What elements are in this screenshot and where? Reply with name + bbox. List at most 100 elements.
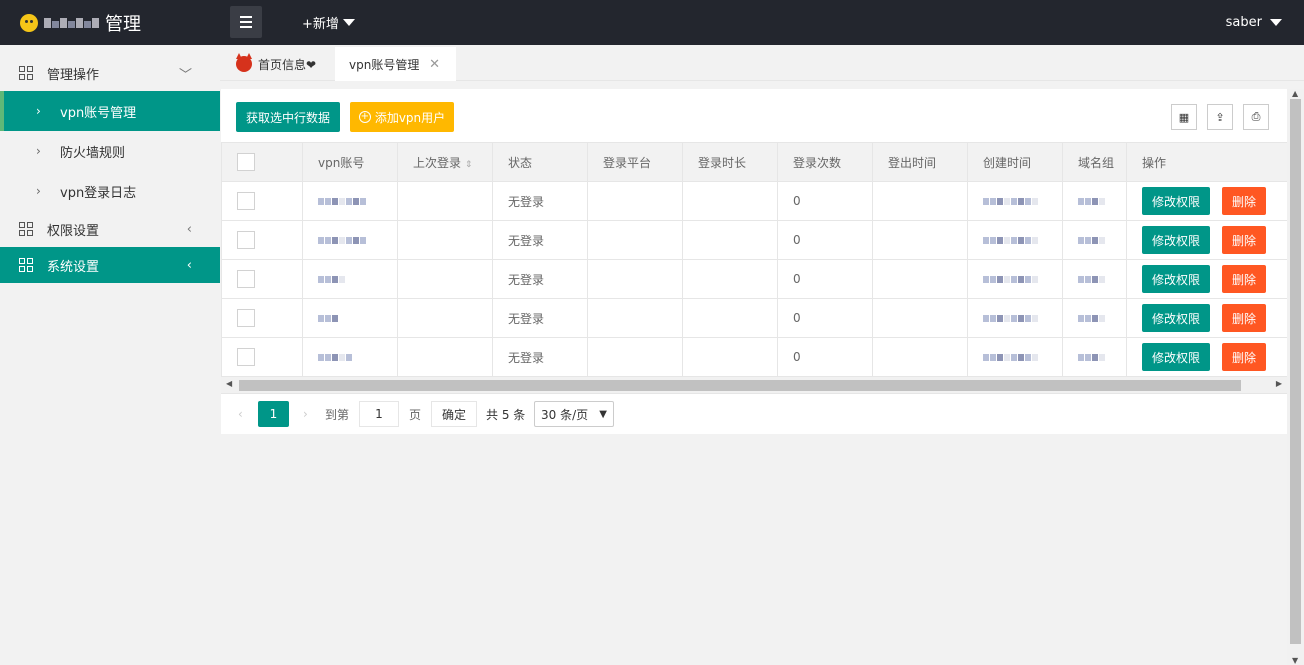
goto-page-input[interactable]: 1 xyxy=(359,401,399,427)
row-checkbox[interactable] xyxy=(237,270,255,288)
add-vpn-user-button[interactable]: + 添加vpn用户 xyxy=(350,102,454,132)
row-checkbox[interactable] xyxy=(237,348,255,366)
sidebar-group-manage[interactable]: 管理操作 ﹀ xyxy=(0,55,220,91)
chevron-down-icon: ﹀ xyxy=(178,67,192,83)
add-vpn-user-label: 添加vpn用户 xyxy=(374,110,446,125)
status-cell: 无登录 xyxy=(492,337,588,377)
page-label: 页 xyxy=(409,407,422,422)
sidebar-item-label: vpn登录日志 xyxy=(60,185,137,201)
redacted-created-time xyxy=(983,237,1038,244)
add-new-menu[interactable]: +新增 xyxy=(302,0,355,45)
vertical-scroll-thumb[interactable] xyxy=(1290,99,1301,644)
select-all-cell xyxy=(221,142,303,182)
horizontal-scroll-thumb[interactable] xyxy=(239,380,1241,391)
goto-confirm-button[interactable]: 确定 xyxy=(431,401,477,427)
row-checkbox[interactable] xyxy=(237,231,255,249)
user-menu[interactable]: saber xyxy=(1226,0,1282,45)
list-icon xyxy=(19,66,33,80)
scroll-down-icon[interactable]: ▼ xyxy=(1292,656,1298,665)
column-header: 操作 xyxy=(1126,142,1288,182)
column-header-last-login[interactable]: 上次登录 ⇕ xyxy=(397,142,493,182)
scroll-left-icon[interactable]: ◀ xyxy=(226,379,232,388)
redacted-created-time xyxy=(983,276,1038,283)
sidebar-item-vpn-login-log[interactable]: › vpn登录日志 xyxy=(0,171,220,211)
sidebar-item-firewall[interactable]: › 防火墙规则 xyxy=(0,131,220,171)
delete-button[interactable]: 删除 xyxy=(1222,343,1266,371)
tab-label: 首页信息❤ xyxy=(258,57,317,72)
select-all-checkbox[interactable] xyxy=(237,153,255,171)
table-row: 无登录 0 修改权限 删除 xyxy=(221,259,1288,299)
redacted-account xyxy=(318,237,366,244)
grid-icon xyxy=(19,222,33,236)
sidebar-item-vpn-accounts[interactable]: › vpn账号管理 xyxy=(0,91,220,131)
edit-permission-button[interactable]: 修改权限 xyxy=(1142,304,1210,332)
login-count-cell: 0 xyxy=(777,181,873,221)
chevron-left-icon: ‹ xyxy=(186,257,192,273)
top-header: 管理 +新增 saber xyxy=(0,0,1304,45)
export-icon[interactable]: ⇪ xyxy=(1207,104,1233,130)
edit-permission-button[interactable]: 修改权限 xyxy=(1142,343,1210,371)
redacted-domain-group xyxy=(1078,276,1105,283)
current-page-button[interactable]: 1 xyxy=(258,401,289,427)
redacted-domain-group xyxy=(1078,237,1105,244)
redacted-domain-group xyxy=(1078,315,1105,322)
delete-button[interactable]: 删除 xyxy=(1222,304,1266,332)
grid-icon xyxy=(19,258,33,272)
menu-toggle-button[interactable] xyxy=(230,6,262,38)
plus-circle-icon: + xyxy=(358,111,371,123)
login-count-cell: 0 xyxy=(777,259,873,299)
table-row: 无登录 0 修改权限 删除 xyxy=(221,337,1288,377)
delete-button[interactable]: 删除 xyxy=(1222,187,1266,215)
page-size-value: 30 条/页 xyxy=(541,407,589,422)
scroll-up-icon[interactable]: ▲ xyxy=(1292,89,1298,98)
tab-home[interactable]: 首页信息❤ xyxy=(236,47,316,81)
row-checkbox[interactable] xyxy=(237,309,255,327)
table-row: 无登录 0 修改权限 删除 xyxy=(221,220,1288,260)
tab-label: vpn账号管理 xyxy=(349,57,420,72)
tab-bar: 首页信息❤ vpn账号管理 ✕ xyxy=(220,45,1304,81)
next-page-icon[interactable]: › xyxy=(303,407,308,421)
sidebar-group-label: 系统设置 xyxy=(47,259,100,275)
redacted-domain-group xyxy=(1078,198,1105,205)
redacted-account xyxy=(318,276,345,283)
sidebar-group-permissions[interactable]: 权限设置 ‹ xyxy=(0,211,220,247)
redacted-account xyxy=(318,354,352,361)
columns-filter-icon[interactable]: ▦ xyxy=(1171,104,1197,130)
scroll-right-icon[interactable]: ▶ xyxy=(1276,379,1282,388)
chevron-right-icon: › xyxy=(36,184,41,198)
column-header: 登录时长 xyxy=(682,142,778,182)
delete-button[interactable]: 删除 xyxy=(1222,265,1266,293)
get-selected-rows-button[interactable]: 获取选中行数据 xyxy=(236,102,340,132)
prev-page-icon[interactable]: ‹ xyxy=(238,407,243,421)
redacted-created-time xyxy=(983,354,1038,361)
add-new-label: +新增 xyxy=(302,17,339,32)
column-header: 域名组 xyxy=(1062,142,1127,182)
edit-permission-button[interactable]: 修改权限 xyxy=(1142,265,1210,293)
devil-icon xyxy=(236,53,252,72)
edit-permission-button[interactable]: 修改权限 xyxy=(1142,187,1210,215)
login-count-cell: 0 xyxy=(777,220,873,260)
app-title: 管理 xyxy=(105,13,141,35)
sidebar-group-system[interactable]: 系统设置 ‹ xyxy=(0,247,220,283)
vertical-scrollbar[interactable]: ▲ ▼ xyxy=(1287,89,1304,665)
print-icon[interactable]: ⎙ xyxy=(1243,104,1269,130)
column-header: 状态 xyxy=(492,142,588,182)
logo-redacted-text xyxy=(44,17,99,28)
page-size-select[interactable]: 30 条/页 ▼ xyxy=(534,401,614,427)
row-checkbox[interactable] xyxy=(237,192,255,210)
horizontal-scrollbar[interactable]: ◀ ▶ xyxy=(221,377,1287,393)
sort-icon[interactable]: ⇕ xyxy=(465,160,473,170)
status-cell: 无登录 xyxy=(492,220,588,260)
column-header: vpn账号 xyxy=(302,142,398,182)
close-icon[interactable]: ✕ xyxy=(429,57,440,72)
column-header: 登录平台 xyxy=(587,142,683,182)
goto-label: 到第 xyxy=(325,407,350,422)
redacted-account xyxy=(318,315,338,322)
edit-permission-button[interactable]: 修改权限 xyxy=(1142,226,1210,254)
login-count-cell: 0 xyxy=(777,337,873,377)
delete-button[interactable]: 删除 xyxy=(1222,226,1266,254)
login-count-cell: 0 xyxy=(777,298,873,338)
tab-vpn-accounts[interactable]: vpn账号管理 ✕ xyxy=(335,47,456,81)
redacted-created-time xyxy=(983,198,1038,205)
vpn-accounts-table: vpn账号 上次登录 ⇕ 状态 登录平台 登录时长 登录次数 登出时间 创建时间… xyxy=(221,142,1288,377)
